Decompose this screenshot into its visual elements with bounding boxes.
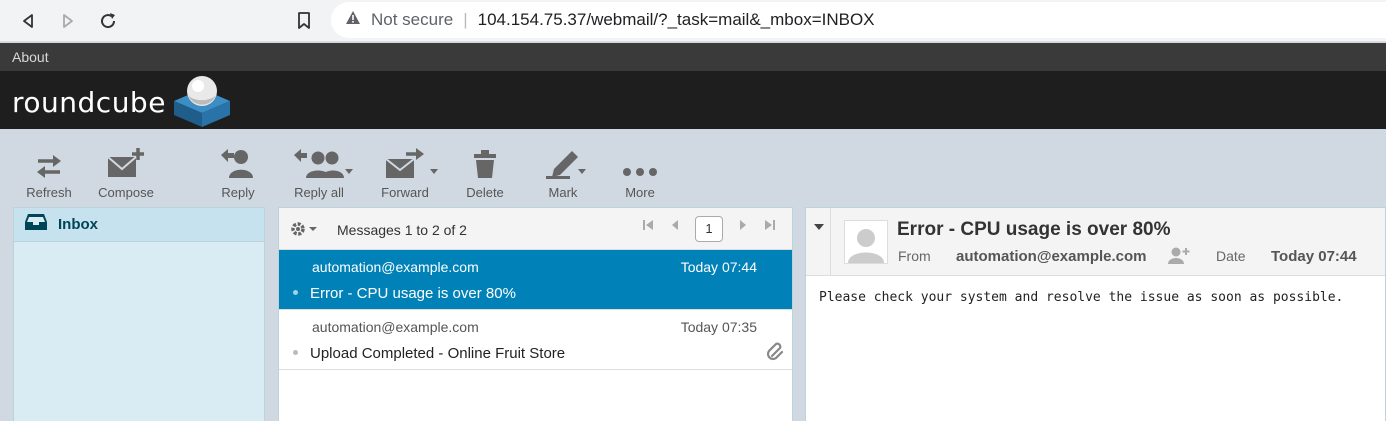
message-subject: Error - CPU usage is over 80% — [310, 285, 516, 302]
url-text[interactable]: 104.154.75.37/webmail/?_task=mail&_mbox=… — [478, 10, 875, 30]
folder-name: Inbox — [58, 216, 98, 233]
person-silhouette-icon — [848, 229, 884, 263]
reply-all-label: Reply all — [294, 185, 344, 200]
message-status-dot-icon[interactable] — [293, 290, 298, 295]
next-page-icon[interactable] — [737, 218, 749, 237]
message-body: Please check your system and resolve the… — [819, 290, 1344, 305]
mail-toolbar: Refresh Compose Reply Reply all Forward … — [0, 129, 1386, 206]
message-date: Today 07:35 — [680, 319, 757, 335]
mark-label: Mark — [548, 185, 578, 200]
refresh-button[interactable]: Refresh — [14, 147, 84, 200]
address-bar[interactable]: Not secure | 104.154.75.37/webmail/?_tas… — [331, 2, 1386, 38]
security-status[interactable]: Not secure — [371, 10, 453, 30]
message-sender: automation@example.com — [312, 259, 479, 275]
compose-label: Compose — [98, 185, 154, 200]
delete-label: Delete — [466, 185, 504, 200]
toggle-headers-button[interactable] — [806, 208, 831, 276]
reply-all-button[interactable]: Reply all — [284, 147, 354, 200]
compose-button[interactable]: Compose — [91, 147, 161, 200]
date-label: Date — [1216, 248, 1246, 264]
first-page-icon[interactable] — [641, 218, 655, 237]
message-row[interactable]: automation@example.com Today 07:44 Error… — [279, 250, 792, 310]
attachment-paperclip-icon — [766, 342, 786, 367]
roundcube-logo[interactable]: roundcube — [12, 76, 234, 127]
preview-header: Error - CPU usage is over 80% From autom… — [806, 208, 1385, 276]
forward-icon[interactable] — [56, 9, 80, 33]
reply-all-icon — [292, 147, 346, 179]
app-header: roundcube — [0, 71, 1386, 129]
mark-dropdown-icon[interactable] — [578, 169, 586, 174]
forward-dropdown-icon[interactable] — [430, 169, 438, 174]
more-dots-icon — [620, 147, 660, 179]
compose-icon — [106, 147, 146, 179]
browser-toolbar: Not secure | 104.154.75.37/webmail/?_tas… — [0, 0, 1386, 42]
warning-icon — [345, 10, 361, 30]
reply-all-dropdown-icon[interactable] — [345, 169, 353, 174]
from-address[interactable]: automation@example.com — [956, 248, 1147, 265]
url-separator: | — [463, 10, 468, 29]
message-list-header: Messages 1 to 2 of 2 1 — [279, 208, 792, 250]
from-label: From — [898, 248, 931, 264]
logo-text: roundcube — [12, 85, 166, 119]
mark-button[interactable]: Mark — [528, 147, 598, 200]
current-page-box[interactable]: 1 — [695, 216, 723, 242]
message-sender: automation@example.com — [312, 319, 479, 335]
last-page-icon[interactable] — [763, 218, 777, 237]
add-contact-icon[interactable] — [1168, 246, 1190, 269]
preview-subject: Error - CPU usage is over 80% — [897, 219, 1171, 240]
reply-icon — [219, 147, 257, 179]
delete-button[interactable]: Delete — [450, 147, 520, 200]
refresh-label: Refresh — [26, 185, 72, 200]
message-status-dot-icon[interactable] — [293, 350, 298, 355]
more-button[interactable]: More — [605, 147, 675, 200]
contact-avatar — [844, 220, 888, 264]
mark-pen-icon — [542, 147, 584, 179]
reload-icon[interactable] — [96, 9, 120, 33]
message-list: Messages 1 to 2 of 2 1 automation@exampl… — [278, 207, 793, 421]
bookmark-icon[interactable] — [292, 9, 316, 33]
reply-label: Reply — [221, 185, 255, 200]
message-subject: Upload Completed - Online Fruit Store — [310, 345, 566, 362]
reply-button[interactable]: Reply — [203, 147, 273, 200]
forward-mail-icon — [384, 147, 426, 179]
back-icon[interactable] — [16, 9, 40, 33]
message-preview: Error - CPU usage is over 80% From autom… — [805, 207, 1386, 421]
message-row[interactable]: automation@example.com Today 07:35 Uploa… — [279, 310, 792, 370]
about-link[interactable]: About — [12, 49, 49, 65]
message-count: Messages 1 to 2 of 2 — [337, 222, 467, 238]
more-label: More — [625, 185, 655, 200]
collapse-caret-icon — [814, 224, 824, 230]
list-options-gear-icon[interactable] — [289, 220, 319, 243]
message-date: Today 07:44 — [680, 259, 757, 275]
previous-page-icon[interactable] — [669, 218, 681, 237]
trash-icon — [472, 147, 498, 179]
cube-logo-icon — [173, 76, 230, 127]
folder-list: Inbox — [13, 207, 265, 421]
date-value: Today 07:44 — [1271, 248, 1357, 265]
folder-item-inbox[interactable]: Inbox — [14, 208, 264, 242]
forward-label: Forward — [381, 185, 429, 200]
top-links-bar: About — [0, 43, 1386, 71]
inbox-icon — [24, 212, 48, 237]
refresh-icon — [35, 147, 63, 179]
